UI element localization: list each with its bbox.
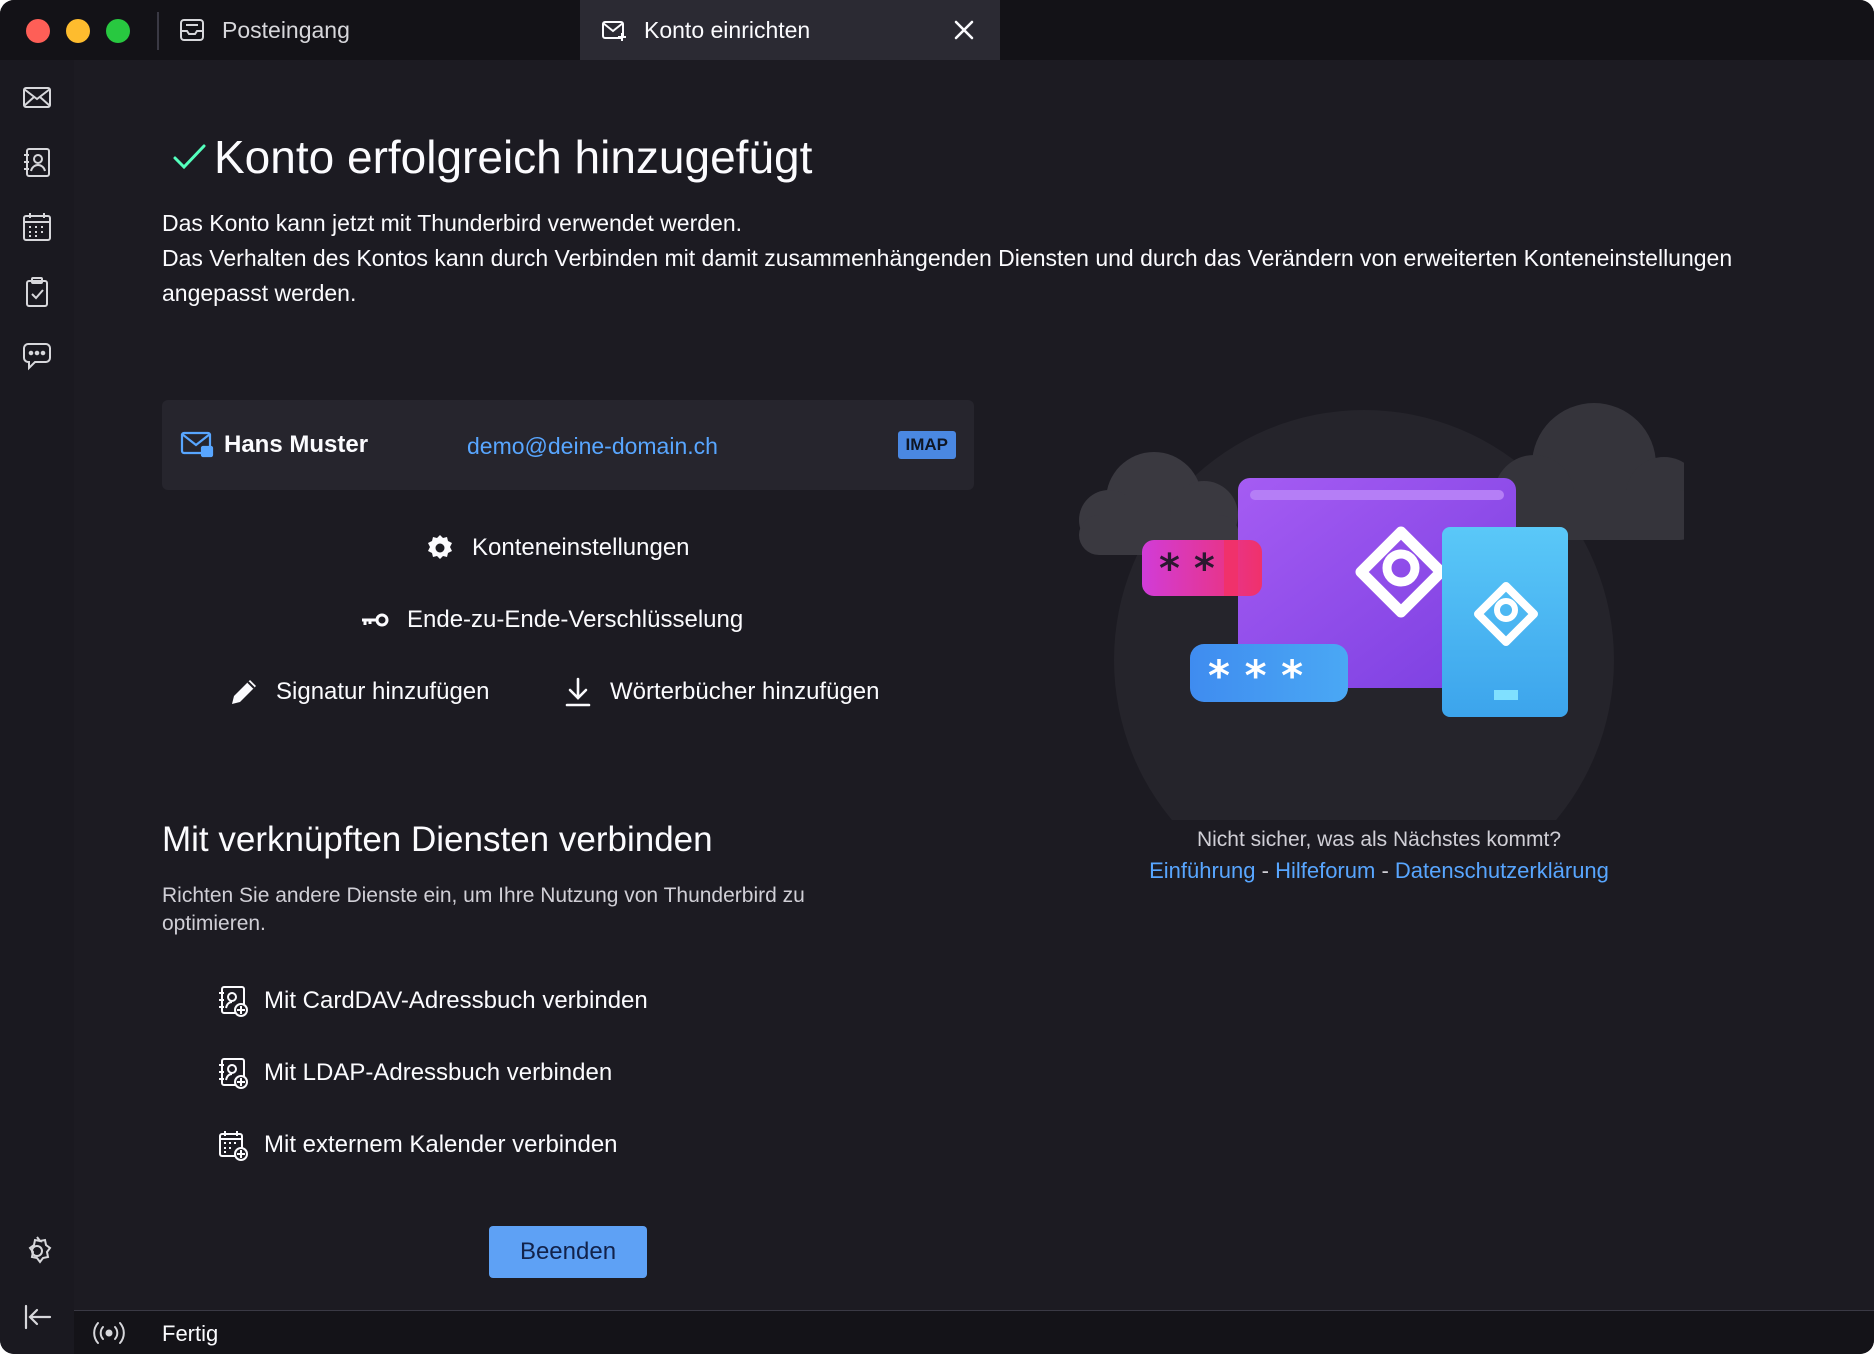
tab-account-setup[interactable]: Konto einrichten	[580, 0, 1000, 60]
connect-ldap-button[interactable]: Mit LDAP-Adressbuch verbinden	[216, 1056, 612, 1090]
intro-line-1: Das Konto kann jetzt mit Thunderbird ver…	[162, 210, 742, 236]
link-help-forum[interactable]: Hilfeforum	[1275, 858, 1375, 883]
calendar-add-icon	[219, 1131, 248, 1161]
action-label: Ende-zu-Ende-Verschlüsselung	[407, 606, 744, 633]
chat-icon[interactable]	[18, 338, 56, 376]
svg-text:* *: * *	[1159, 546, 1215, 592]
add-dictionaries-button[interactable]: Wörterbücher hinzufügen	[562, 676, 879, 708]
address-book-add-icon	[219, 986, 248, 1017]
mail-lock-icon	[180, 431, 214, 458]
help-links: Einführung - Hilfeforum - Datenschutzerk…	[1034, 858, 1724, 884]
tasks-icon[interactable]	[18, 273, 56, 311]
tab-label: Konto einrichten	[644, 16, 811, 43]
account-card: Hans Muster demo@deine-domain.ch IMAP	[162, 400, 974, 490]
account-settings-button[interactable]: Konteneinstellungen	[424, 532, 690, 564]
service-label: Mit externem Kalender verbinden	[264, 1131, 618, 1158]
finish-button[interactable]: Beenden	[489, 1226, 647, 1278]
address-book-add-icon	[219, 1058, 248, 1089]
key-icon	[362, 613, 389, 627]
help-question: Nicht sicher, was als Nächstes kommt?	[1196, 828, 1562, 851]
action-label: Signatur hinzufügen	[276, 678, 490, 705]
close-icon[interactable]	[948, 14, 980, 46]
online-status-icon[interactable]	[92, 1319, 126, 1347]
services-heading: Mit verknüpften Diensten verbinden	[162, 820, 713, 859]
calendar-icon[interactable]	[18, 208, 56, 246]
service-label: Mit LDAP-Adressbuch verbinden	[264, 1059, 613, 1086]
action-label: Wörterbücher hinzufügen	[610, 678, 880, 705]
intro-line-2: Das Verhalten des Kontos kann durch Verb…	[162, 245, 1733, 306]
connect-carddav-button[interactable]: Mit CardDAV-Adressbuch verbinden	[216, 984, 648, 1018]
spaces-toolbar	[0, 60, 74, 1354]
mail-icon[interactable]	[18, 78, 56, 116]
address-book-icon[interactable]	[18, 143, 56, 181]
connect-calendar-button[interactable]: Mit externem Kalender verbinden	[216, 1128, 618, 1162]
account-name: Hans Muster	[224, 431, 369, 458]
checkmark-icon	[173, 144, 206, 170]
account-setup-content: Konto erfolgreich hinzugefügt Das Konto …	[74, 60, 1874, 1310]
pencil-icon	[232, 680, 256, 704]
intro-text: Das Konto kann jetzt mit Thunderbird ver…	[162, 206, 1782, 311]
minimize-window-button[interactable]	[66, 19, 90, 43]
account-email: demo@deine-domain.ch	[467, 433, 718, 459]
zoom-window-button[interactable]	[106, 19, 130, 43]
account-setup-icon	[602, 21, 626, 41]
thunderbird-window: Posteingang Konto einrichten Konto erfol…	[0, 0, 1874, 1354]
settings-icon[interactable]	[18, 1232, 56, 1270]
success-heading: Konto erfolgreich hinzugefügt	[170, 130, 812, 184]
action-label: Konteneinstellungen	[472, 534, 690, 561]
titlebar-separator	[157, 12, 159, 50]
e2e-encryption-button[interactable]: Ende-zu-Ende-Verschlüsselung	[359, 604, 743, 636]
service-label: Mit CardDAV-Adressbuch verbinden	[264, 987, 648, 1014]
status-bar: Fertig	[74, 1310, 1874, 1354]
link-introduction[interactable]: Einführung	[1149, 858, 1255, 883]
title-bar: Posteingang Konto einrichten	[0, 0, 1874, 60]
collapse-sidebar-icon[interactable]	[18, 1298, 56, 1336]
tab-label: Posteingang	[222, 16, 350, 43]
account-illustration: * * * * *	[1079, 403, 1684, 820]
page-title: Konto erfolgreich hinzugefügt	[214, 131, 813, 183]
services-description: Richten Sie andere Dienste ein, um Ihre …	[162, 884, 805, 935]
link-privacy-policy[interactable]: Datenschutzerklärung	[1395, 858, 1609, 883]
gear-icon	[428, 535, 452, 559]
add-signature-button[interactable]: Signatur hinzufügen	[228, 676, 490, 708]
svg-text:* * *: * * *	[1208, 651, 1303, 700]
status-text: Fertig	[162, 1321, 219, 1346]
inbox-icon	[180, 19, 204, 41]
close-window-button[interactable]	[26, 19, 50, 43]
link-separator: -	[1255, 858, 1276, 883]
protocol-badge: IMAP	[897, 431, 956, 459]
download-icon	[565, 677, 591, 707]
link-separator: -	[1375, 858, 1395, 883]
tab-inbox[interactable]: Posteingang	[178, 0, 578, 60]
